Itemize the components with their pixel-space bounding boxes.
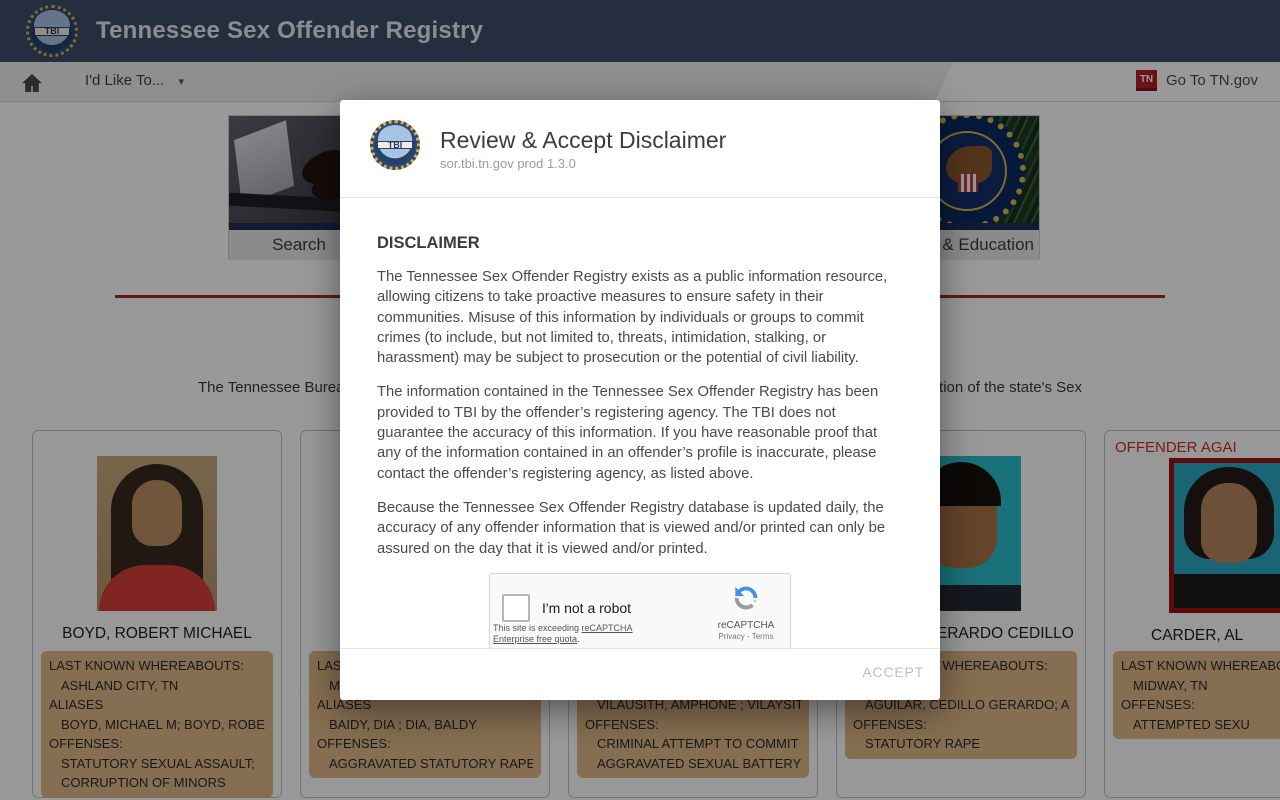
recaptcha-wordmark: reCAPTCHA (717, 619, 775, 631)
modal-title: Review & Accept Disclaimer (440, 127, 727, 153)
disclaimer-paragraph: Because the Tennessee Sex Offender Regis… (377, 499, 886, 557)
recaptcha-label: I'm not a robot (542, 599, 632, 616)
recaptcha-icon (734, 586, 758, 610)
accept-button[interactable]: ACCEPT (862, 664, 924, 680)
recaptcha-privacy-terms: Privacy - Terms (710, 632, 782, 641)
tbi-seal-banner: TBI (377, 140, 413, 150)
quota-warning-suffix: . (577, 633, 580, 644)
disclaimer-heading: DISCLAIMER (377, 234, 480, 252)
tbi-seal-logo: TBI (370, 120, 420, 170)
privacy-link[interactable]: Privacy (719, 632, 745, 641)
terms-link[interactable]: Terms (752, 632, 774, 641)
recaptcha-quota-warning: This site is exceeding reCAPTCHA Enterpr… (493, 623, 655, 645)
recaptcha-brand: reCAPTCHA Privacy - Terms (710, 583, 782, 641)
privacy-terms-separator: - (744, 631, 752, 641)
disclaimer-paragraph: The Tennessee Sex Offender Registry exis… (377, 269, 888, 367)
disclaimer-modal: TBI Review & Accept Disclaimer sor.tbi.t… (340, 100, 940, 700)
modal-version-subtitle: sor.tbi.tn.gov prod 1.3.0 (440, 156, 576, 171)
recaptcha-widget: I'm not a robot This site is exceeding r… (489, 572, 791, 649)
quota-warning-text: This site is exceeding (493, 622, 582, 633)
disclaimer-paragraph: The information contained in the Tenness… (377, 384, 879, 482)
modal-actions: ACCEPT (340, 648, 940, 700)
recaptcha-checkbox[interactable] (502, 593, 530, 622)
modal-header: TBI Review & Accept Disclaimer sor.tbi.t… (340, 100, 940, 198)
modal-body: DISCLAIMER The Tennessee Sex Offender Re… (340, 198, 940, 649)
disclaimer-paragraphs: The Tennessee Sex Offender Registry exis… (377, 267, 903, 559)
